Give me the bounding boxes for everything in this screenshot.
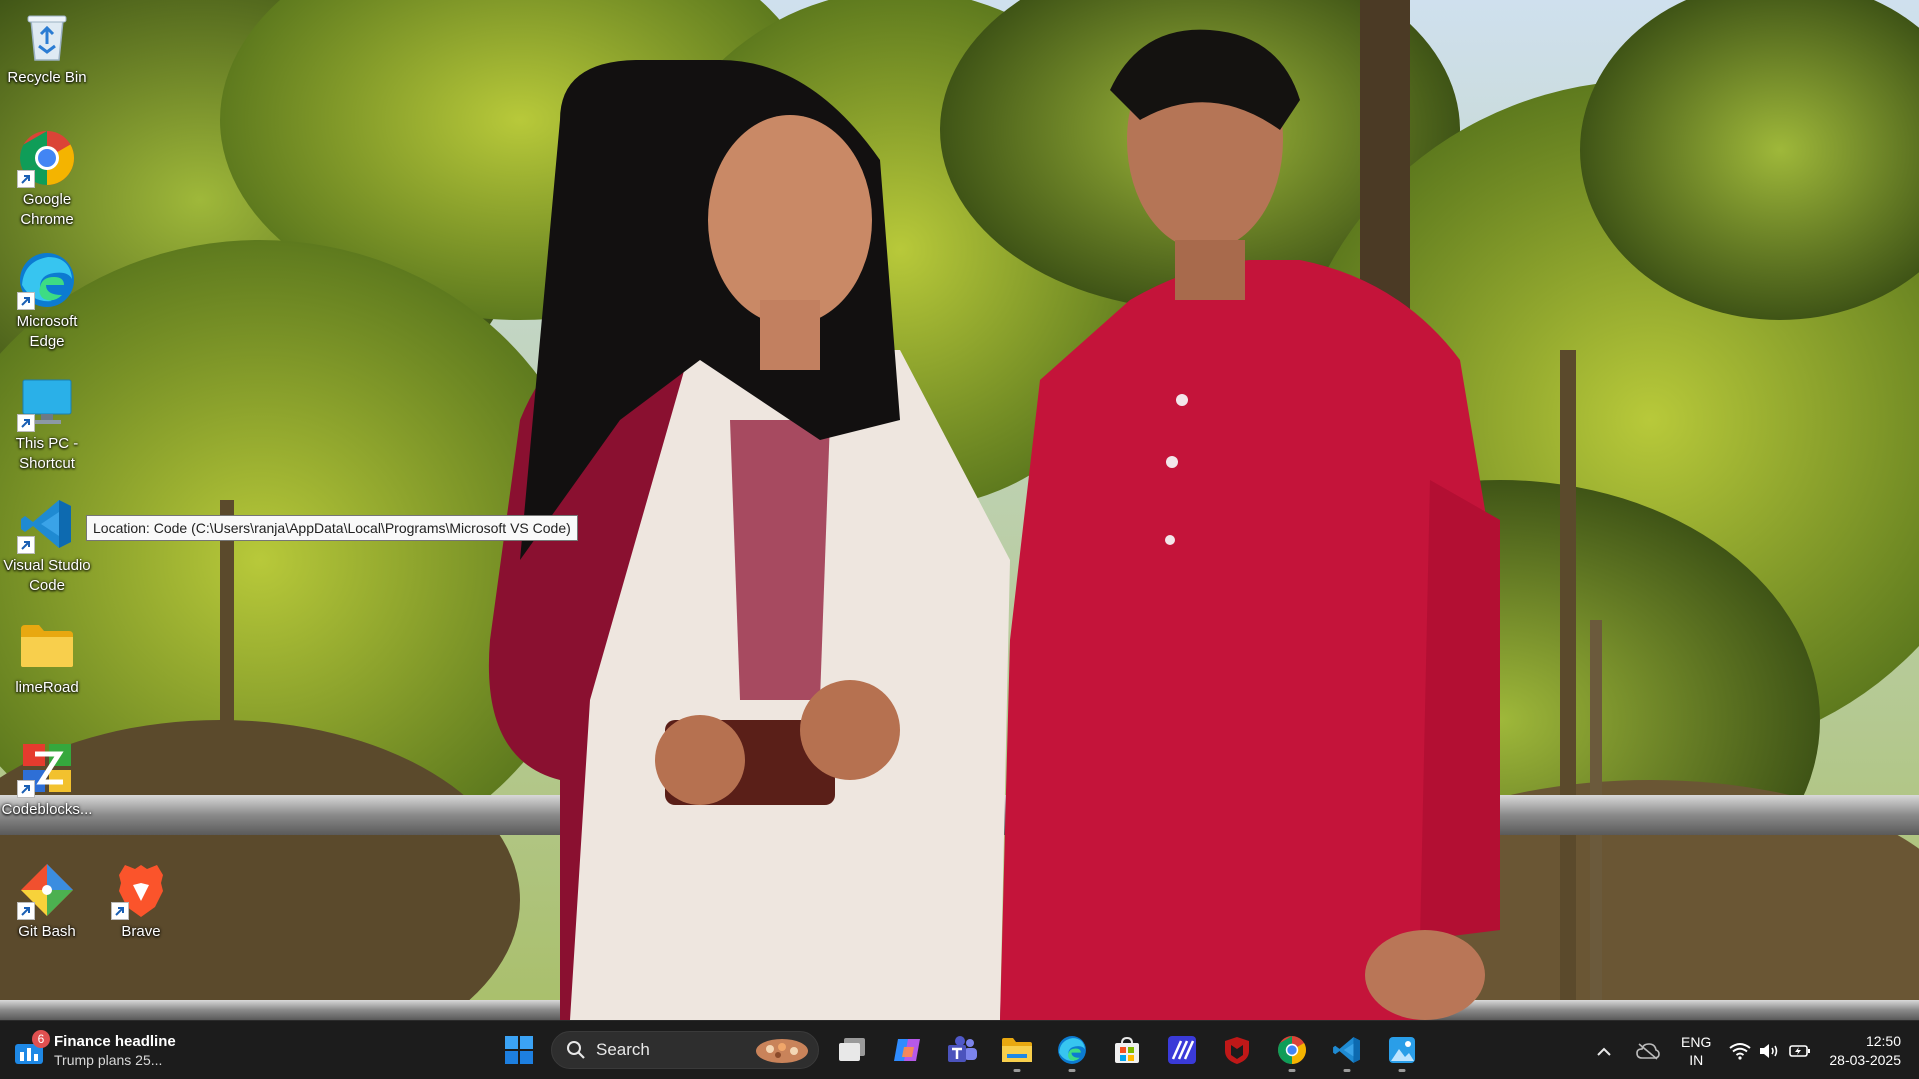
vscode-location-tooltip: Location: Code (C:\Users\ranja\AppData\L… — [86, 515, 578, 541]
clock-date: 28-03-2025 — [1829, 1051, 1901, 1068]
desktop-icon-recycle-bin[interactable]: Recycle Bin — [0, 6, 94, 88]
shortcut-arrow-icon — [17, 902, 35, 920]
vscode-button[interactable] — [1324, 1028, 1369, 1073]
widget-title: Finance headline — [54, 1033, 176, 1050]
copilot-button[interactable] — [884, 1028, 929, 1073]
desktop-icon-label: Brave — [121, 923, 161, 940]
task-view-button[interactable] — [829, 1028, 874, 1073]
language-indicator[interactable]: ENG IN — [1681, 1033, 1711, 1069]
desktop-icon-microsoft-edge[interactable]: Microsoft Edge — [0, 250, 94, 352]
codeblocks-icon — [17, 738, 77, 798]
vscode-icon — [17, 494, 77, 554]
volume-button[interactable] — [1755, 1031, 1785, 1071]
shortcut-arrow-icon — [17, 780, 35, 798]
desktop-icon-codeblocks[interactable]: Codeblocks... — [0, 738, 94, 820]
wifi-icon — [1729, 1042, 1751, 1060]
chrome-button[interactable] — [1269, 1028, 1314, 1073]
running-indicator — [1343, 1068, 1350, 1072]
power-automate-button[interactable] — [1159, 1028, 1204, 1073]
running-indicator — [1068, 1068, 1075, 1072]
taskbar-apps: Search — [496, 1027, 1424, 1073]
store-icon — [1114, 1036, 1139, 1063]
desktop-icon-label: This PC - Shortcut — [15, 435, 79, 472]
shortcut-arrow-icon — [111, 902, 129, 920]
brave-icon — [111, 860, 171, 920]
edge-button[interactable] — [1049, 1028, 1094, 1073]
desktop-icon-label: limeRoad — [15, 679, 79, 696]
finance-widget-icon: 6 — [14, 1030, 50, 1066]
chrome-icon — [1277, 1036, 1306, 1064]
this-pc-icon — [17, 372, 77, 432]
vscode-icon — [1332, 1037, 1360, 1063]
copilot-icon — [893, 1039, 920, 1061]
onedrive-status-button[interactable] — [1633, 1031, 1663, 1071]
battery-button[interactable] — [1785, 1031, 1815, 1071]
desktop-icon-git-bash[interactable]: Git Bash — [0, 860, 94, 942]
speaker-icon — [1760, 1043, 1778, 1058]
desktop-icon-brave[interactable]: Brave — [94, 860, 188, 942]
edge-icon — [17, 250, 77, 310]
task-view-icon — [838, 1038, 865, 1061]
desktop-icon-google-chrome[interactable]: Google Chrome — [0, 128, 94, 230]
teams-icon — [947, 1036, 977, 1062]
windows-start-icon — [504, 1036, 533, 1064]
chevron-up-icon — [1597, 1047, 1611, 1056]
cloud-offline-icon — [1636, 1042, 1660, 1060]
clock-button[interactable]: 12:50 28-03-2025 — [1829, 1032, 1901, 1070]
shortcut-arrow-icon — [17, 292, 35, 310]
language-primary: ENG — [1681, 1033, 1712, 1050]
photos-button[interactable] — [1379, 1028, 1424, 1073]
desktop-wallpaper — [0, 0, 1919, 1020]
search-label: Search — [596, 1040, 650, 1059]
start-button[interactable] — [496, 1028, 541, 1073]
running-indicator — [1288, 1068, 1295, 1072]
running-indicator — [1013, 1068, 1020, 1072]
notification-badge: 6 — [32, 1030, 50, 1048]
git-bash-icon — [17, 860, 77, 920]
running-indicator — [1398, 1068, 1405, 1072]
search-highlight-icon — [756, 1039, 808, 1063]
desktop-icon-label: Google Chrome — [20, 191, 74, 228]
desktop-icon-label: Git Bash — [18, 923, 76, 940]
battery-charging-icon — [1789, 1044, 1811, 1057]
mcafee-icon — [1224, 1037, 1249, 1064]
language-secondary: IN — [1689, 1051, 1704, 1068]
desktop-icon-label: Visual Studio Code — [3, 557, 91, 594]
power-automate-icon — [1167, 1036, 1196, 1064]
clock-time: 12:50 — [1865, 1032, 1901, 1049]
file-explorer-icon — [1001, 1038, 1032, 1062]
teams-button[interactable] — [939, 1028, 984, 1073]
recycle-bin-icon — [17, 6, 77, 66]
file-explorer-button[interactable] — [994, 1028, 1039, 1073]
network-button[interactable] — [1725, 1031, 1755, 1071]
chrome-icon — [17, 128, 77, 188]
widget-subtitle: Trump plans 25... — [54, 1052, 163, 1068]
desktop-icon-this-pc[interactable]: This PC - Shortcut — [0, 372, 94, 474]
photos-icon — [1388, 1037, 1415, 1063]
search-icon — [567, 1041, 585, 1059]
folder-icon — [17, 616, 77, 676]
show-hidden-icons-button[interactable] — [1589, 1031, 1619, 1071]
system-tray: ENG IN 12:50 28-03-2025 — [1589, 1021, 1919, 1079]
desktop-icon-label: Codeblocks... — [1, 801, 93, 818]
widgets-button[interactable]: 6 Finance headline Trump plans 25... — [14, 1029, 176, 1073]
desktop-icon-visual-studio-code[interactable]: Visual Studio Code — [0, 494, 94, 596]
microsoft-store-button[interactable] — [1104, 1028, 1149, 1073]
mcafee-button[interactable] — [1214, 1028, 1259, 1073]
shortcut-arrow-icon — [17, 414, 35, 432]
desktop-icon-limeroad[interactable]: limeRoad — [0, 616, 94, 698]
edge-icon — [1057, 1036, 1086, 1064]
shortcut-arrow-icon — [17, 170, 35, 188]
taskbar-search-box[interactable]: Search — [551, 1031, 819, 1069]
desktop-icon-label: Recycle Bin — [7, 69, 87, 86]
shortcut-arrow-icon — [17, 536, 35, 554]
desktop-icon-label: Microsoft Edge — [16, 313, 78, 350]
taskbar: 6 Finance headline Trump plans 25... Sea… — [0, 1020, 1919, 1079]
